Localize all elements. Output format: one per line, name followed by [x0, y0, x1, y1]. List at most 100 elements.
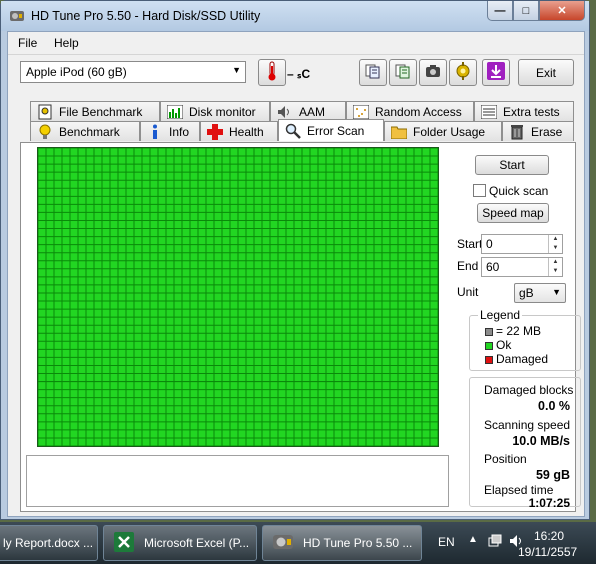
- drive-select[interactable]: Apple iPod (60 gB) ▼: [20, 61, 246, 83]
- lightbulb-icon: [37, 124, 53, 140]
- damaged-blocks-value: 0.0 %: [538, 399, 570, 413]
- legend-title: Legend: [478, 308, 523, 322]
- exit-button[interactable]: Exit: [518, 59, 574, 86]
- download-arrow-icon: [487, 62, 505, 83]
- damaged-blocks-label: Damaged blocks: [484, 383, 574, 397]
- trash-icon: [509, 124, 525, 140]
- legend-block-size-swatch: [485, 328, 493, 336]
- thermometer-icon: [266, 61, 278, 84]
- copy-screenshot-button[interactable]: [389, 59, 417, 86]
- error-scan-panel: Start Quick scan Speed map Start 0 ▲ ▼ En…: [20, 142, 581, 512]
- scan-block-grid-canvas: [38, 148, 438, 446]
- speaker-icon: [277, 104, 293, 120]
- taskbar: ly Report.docx ... Microsoft Excel (P...…: [0, 522, 596, 564]
- extra-tests-icon: [481, 104, 497, 120]
- taskbar-item-hdtune[interactable]: HD Tune Pro 5.50 ...: [262, 525, 422, 561]
- spinner-arrows-icon[interactable]: ▲ ▼: [548, 235, 562, 253]
- menu-file[interactable]: File: [18, 36, 37, 50]
- tab-file-benchmark[interactable]: File Benchmark: [30, 101, 160, 121]
- position-label: Position: [484, 452, 527, 466]
- scan-stats-group: Damaged blocks 0.0 % Scanning speed 10.0…: [469, 377, 581, 510]
- end-position-input[interactable]: 60 ▲ ▼: [481, 257, 563, 277]
- tab-erase[interactable]: Erase: [502, 121, 574, 141]
- disk-monitor-icon: [167, 104, 183, 120]
- title-bar[interactable]: HD Tune Pro 5.50 - Hard Disk/SSD Utility…: [1, 1, 589, 31]
- end-label: End: [457, 259, 479, 273]
- legend-group: Legend = 22 MB Ok Damaged: [469, 308, 581, 371]
- save-button[interactable]: [482, 59, 510, 86]
- scanning-speed-value: 10.0 MB/s: [512, 434, 570, 448]
- options-gear-icon: [454, 62, 472, 83]
- elapsed-time-label: Elapsed time: [484, 483, 554, 497]
- tab-extra-tests[interactable]: Extra tests: [474, 101, 574, 121]
- speed-map-button[interactable]: Speed map: [477, 203, 549, 223]
- unit-label: Unit: [457, 285, 479, 299]
- scanning-speed-label: Scanning speed: [484, 418, 571, 432]
- tab-benchmark[interactable]: Benchmark: [30, 121, 140, 141]
- app-window: HD Tune Pro 5.50 - Hard Disk/SSD Utility…: [0, 0, 590, 520]
- copy-green-icon: [395, 63, 411, 82]
- tab-health[interactable]: Health: [200, 121, 278, 141]
- menu-separator: [8, 54, 584, 55]
- start-position-value: 0: [486, 237, 493, 251]
- menu-bar: File Help: [8, 32, 584, 54]
- taskbar-item-word[interactable]: ly Report.docx ...: [0, 525, 98, 561]
- chevron-down-icon: ▼: [552, 287, 561, 297]
- folder-icon: [391, 124, 407, 140]
- copy-info-button[interactable]: [359, 59, 387, 86]
- maximize-button[interactable]: □: [513, 1, 539, 21]
- end-position-value: 60: [486, 260, 500, 274]
- taskbar-item-label: ly Report.docx ...: [3, 536, 94, 550]
- drive-select-value: Apple iPod (60 gB): [26, 65, 127, 79]
- elapsed-time-value: 1:07:25: [528, 496, 570, 510]
- legend-damaged-label: Damaged: [496, 352, 549, 366]
- legend-ok-label: Ok: [496, 338, 512, 352]
- tab-info[interactable]: Info: [140, 121, 200, 141]
- random-access-icon: [353, 104, 369, 120]
- taskbar-item-excel[interactable]: Microsoft Excel (P...: [103, 525, 257, 561]
- start-label: Start: [457, 237, 483, 251]
- temperature-value: – ₛC: [287, 67, 311, 81]
- scan-log-box[interactable]: [26, 455, 449, 507]
- start-position-input[interactable]: 0 ▲ ▼: [481, 234, 563, 254]
- clock-time[interactable]: 16:20: [534, 529, 564, 543]
- info-icon: [147, 124, 163, 140]
- legend-block-size-label: = 22 MB: [496, 324, 542, 338]
- tab-folder-usage[interactable]: Folder Usage: [384, 121, 502, 141]
- file-benchmark-icon: [37, 104, 53, 120]
- menu-help[interactable]: Help: [54, 36, 79, 50]
- options-button[interactable]: [449, 59, 477, 86]
- tab-disk-monitor[interactable]: Disk monitor: [160, 101, 270, 121]
- quick-scan-checkbox[interactable]: [473, 184, 486, 197]
- network-icon[interactable]: [488, 534, 502, 553]
- temperature-button[interactable]: [258, 59, 286, 86]
- quick-scan-label: Quick scan: [489, 184, 549, 198]
- chevron-down-icon: ▼: [232, 65, 241, 75]
- screenshot-button[interactable]: [419, 59, 447, 86]
- copy-icon: [365, 63, 381, 82]
- legend-damaged-swatch: [485, 356, 493, 364]
- tab-aam[interactable]: AAM: [270, 101, 346, 121]
- excel-icon: [112, 530, 136, 557]
- tab-random-access[interactable]: Random Access: [346, 101, 474, 121]
- close-button[interactable]: ✕: [539, 1, 585, 21]
- legend-ok-swatch: [485, 342, 493, 350]
- clock-date[interactable]: 19/11/2557: [518, 545, 577, 559]
- taskbar-item-label: HD Tune Pro 5.50 ...: [303, 536, 413, 550]
- magnifier-icon: [285, 123, 301, 139]
- chevron-up-icon[interactable]: ▲: [468, 534, 478, 545]
- taskbar-item-label: Microsoft Excel (P...: [144, 536, 250, 550]
- tab-error-scan[interactable]: Error Scan: [278, 119, 384, 141]
- window-title: HD Tune Pro 5.50 - Hard Disk/SSD Utility: [31, 9, 261, 23]
- start-scan-button[interactable]: Start: [475, 155, 549, 175]
- scan-block-grid: [37, 147, 439, 447]
- hdtune-icon: [271, 530, 295, 557]
- spinner-arrows-icon[interactable]: ▲ ▼: [548, 258, 562, 276]
- minimize-button[interactable]: —: [487, 1, 513, 21]
- position-value: 59 gB: [535, 468, 570, 482]
- camera-icon: [425, 64, 441, 81]
- language-indicator[interactable]: EN: [438, 535, 455, 549]
- hdtune-app-icon: [9, 8, 25, 24]
- health-cross-icon: [207, 123, 223, 140]
- unit-select[interactable]: gB ▼: [514, 283, 566, 303]
